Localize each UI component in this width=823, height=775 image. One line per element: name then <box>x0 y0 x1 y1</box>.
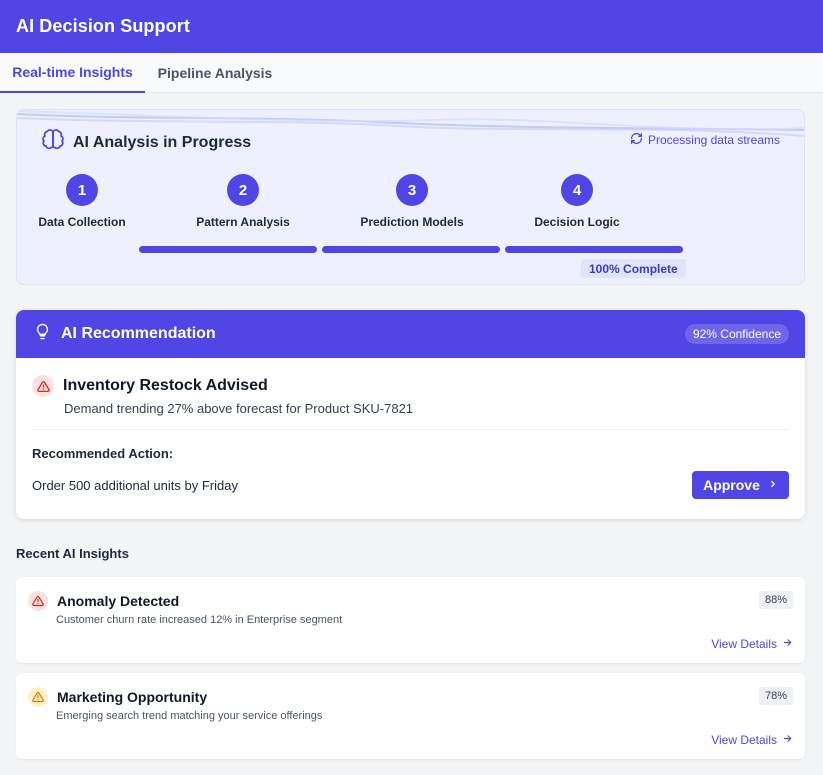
progress-bar-segment <box>505 246 683 253</box>
step-decision-logic: 4 Decision Logic <box>507 174 647 229</box>
arrow-right-icon <box>782 733 793 747</box>
progress-bar-segment <box>322 246 500 253</box>
step-number: 4 <box>561 174 593 206</box>
recent-insights-title: Recent AI Insights <box>16 546 129 561</box>
step-label: Prediction Models <box>360 215 464 229</box>
insight-header: Anomaly Detected <box>28 591 179 611</box>
insight-description: Customer churn rate increased 12% in Ent… <box>56 614 343 626</box>
tab-bar: Real-time Insights Pipeline Analysis <box>0 53 823 93</box>
recommendation-title: AI Recommendation <box>61 325 216 342</box>
insight-title: Marketing Opportunity <box>57 689 208 705</box>
recommendation-header: AI Recommendation 92% Confidence <box>16 310 805 358</box>
view-details-label: View Details <box>711 637 777 651</box>
analysis-progress-card: AI Analysis in Progress Processing data … <box>16 109 805 285</box>
analysis-title: AI Analysis in Progress <box>73 133 252 151</box>
insight-score-badge: 78% <box>758 687 793 705</box>
recommended-action-text: Order 500 additional units by Friday <box>32 478 238 493</box>
insight-score-badge: 88% <box>758 591 793 609</box>
chevron-right-icon <box>768 477 778 493</box>
progress-complete-badge: 100% Complete <box>581 259 686 278</box>
view-details-label: View Details <box>711 733 777 747</box>
progress-bar-segment <box>139 246 317 253</box>
recommendation-card: AI Recommendation 92% Confidence Invento… <box>16 310 805 519</box>
lightbulb-icon <box>34 322 51 346</box>
step-pattern-analysis: 2 Pattern Analysis <box>173 174 313 229</box>
processing-status: Processing data streams <box>630 132 780 148</box>
recommended-action-label: Recommended Action: <box>32 446 174 461</box>
warning-icon <box>28 687 48 707</box>
arrow-right-icon <box>782 637 793 651</box>
approve-label: Approve <box>703 477 760 493</box>
recommendation-headline: Inventory Restock Advised <box>32 375 268 397</box>
recommendation-heading: Inventory Restock Advised <box>63 377 268 394</box>
app-header: AI Decision Support <box>0 0 823 53</box>
step-data-collection: 1 Data Collection <box>17 174 152 229</box>
insight-card: Anomaly Detected Customer churn rate inc… <box>16 577 805 663</box>
warning-icon <box>32 375 54 397</box>
step-prediction-models: 3 Prediction Models <box>342 174 482 229</box>
step-number: 1 <box>66 174 98 206</box>
view-details-link[interactable]: View Details <box>711 733 793 747</box>
confidence-badge: 92% Confidence <box>684 324 789 344</box>
step-label: Decision Logic <box>534 215 620 229</box>
refresh-icon <box>630 132 643 148</box>
insight-title: Anomaly Detected <box>57 593 180 609</box>
insight-header: Marketing Opportunity <box>28 687 207 707</box>
insight-description: Emerging search trend matching your serv… <box>56 710 323 722</box>
analysis-header: AI Analysis in Progress <box>41 128 251 157</box>
view-details-link[interactable]: View Details <box>711 637 793 651</box>
step-label: Pattern Analysis <box>196 215 290 229</box>
approve-button[interactable]: Approve <box>692 471 789 499</box>
recommendation-description: Demand trending 27% above forecast for P… <box>64 401 414 416</box>
divider <box>32 429 789 430</box>
step-number: 3 <box>396 174 428 206</box>
brain-icon <box>41 128 65 157</box>
processing-text: Processing data streams <box>647 133 780 147</box>
insight-card: Marketing Opportunity Emerging search tr… <box>16 673 805 759</box>
tab-real-time-insights[interactable]: Real-time Insights <box>0 53 145 93</box>
warning-icon <box>28 591 48 611</box>
tab-pipeline-analysis[interactable]: Pipeline Analysis <box>145 53 285 93</box>
step-label: Data Collection <box>38 215 126 229</box>
step-number: 2 <box>227 174 259 206</box>
app-title: AI Decision Support <box>16 16 190 36</box>
